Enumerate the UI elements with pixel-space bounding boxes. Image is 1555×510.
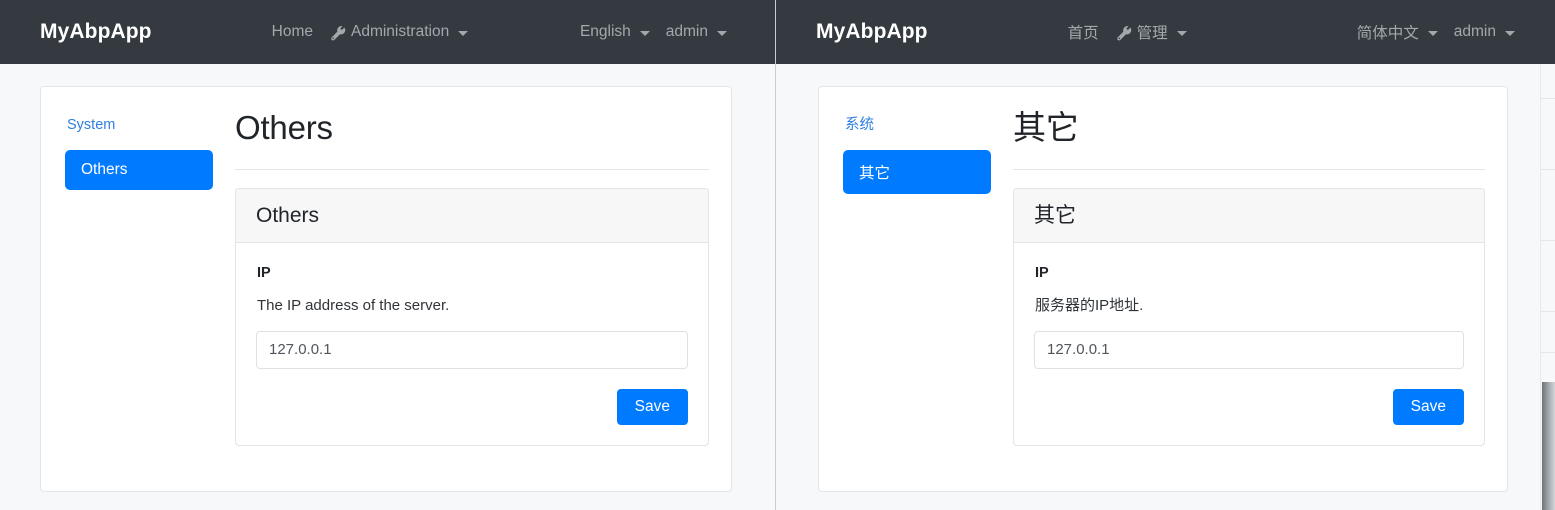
others-card-body-chinese: IP 服务器的IP地址. Save	[1014, 243, 1484, 445]
chevron-down-icon	[639, 30, 650, 36]
app-screenshot: MyAbpApp Home Administration English adm…	[0, 0, 1555, 510]
sidebar-item-others-english[interactable]: Others	[65, 150, 213, 191]
sidebar-item-others-chinese[interactable]: 其它	[843, 150, 991, 195]
settings-sidebar-chinese: 系统 其它	[819, 87, 1011, 491]
chevron-down-icon	[458, 30, 469, 36]
nav-link-home-label-english: Home	[271, 23, 313, 40]
others-card-header-chinese: 其它	[1014, 188, 1484, 244]
scrollbar-tick	[1541, 98, 1555, 99]
ip-input-english[interactable]	[256, 330, 688, 369]
page-title-chinese: 其它	[1013, 109, 1079, 146]
page-title-english: Others	[235, 109, 333, 146]
user-menu-label-english: admin	[665, 23, 708, 40]
chevron-down-icon	[1505, 30, 1515, 36]
settings-container-chinese: 系统 其它 其它 其它 IP 服务器的IP地址. Save	[818, 86, 1508, 492]
ip-field-description-chinese: 服务器的IP地址.	[1035, 297, 1144, 315]
save-button-english[interactable]: Save	[616, 388, 688, 426]
nav-link-administration-chinese[interactable]: 管理	[1116, 21, 1187, 43]
title-divider	[235, 168, 709, 170]
nav-link-home-chinese[interactable]: 首页	[1068, 21, 1099, 43]
chevron-down-icon	[1176, 30, 1187, 36]
ip-field-label-chinese: IP	[1035, 265, 1049, 282]
chevron-down-icon	[717, 30, 727, 36]
language-selector-english[interactable]: English	[580, 23, 650, 41]
ip-input-chinese[interactable]	[1034, 330, 1464, 369]
card-actions-english: Save	[256, 388, 688, 426]
ip-field-label-english: IP	[257, 265, 271, 282]
navbar-chinese: MyAbpApp 首页 管理 简体中文 admin	[776, 0, 1555, 64]
save-button-chinese[interactable]: Save	[1392, 388, 1464, 426]
user-menu-chinese[interactable]: admin	[1454, 23, 1515, 41]
settings-sidebar-english: System Others	[41, 87, 233, 491]
wrench-icon	[1116, 25, 1132, 41]
others-card-header-english: Others	[236, 188, 708, 244]
sidebar-group-system-english[interactable]: System	[67, 117, 213, 134]
user-menu-english[interactable]: admin	[666, 23, 727, 41]
settings-container-english: System Others Others Others IP The IP ad…	[40, 86, 732, 492]
settings-main-english: Others Others IP The IP address of the s…	[233, 87, 731, 491]
scrollbar-tick	[1541, 352, 1555, 353]
navbar-english: MyAbpApp Home Administration English adm…	[0, 0, 775, 64]
chevron-down-icon	[1427, 30, 1438, 36]
ip-field-description-english: The IP address of the server.	[257, 297, 450, 315]
brand-logo-english[interactable]: MyAbpApp	[40, 20, 152, 44]
settings-main-chinese: 其它 其它 IP 服务器的IP地址. Save	[1011, 87, 1507, 491]
nav-link-home-english[interactable]: Home	[272, 23, 313, 41]
brand-logo-chinese[interactable]: MyAbpApp	[816, 20, 928, 44]
scrollbar-tick	[1541, 169, 1555, 170]
title-divider	[1013, 168, 1485, 170]
nav-link-administration-label-english: Administration	[350, 23, 450, 40]
scrollbar-tick	[1541, 240, 1555, 241]
nav-right-english: English admin	[580, 0, 727, 64]
panel-chinese: MyAbpApp 首页 管理 简体中文 admin 系统 其它 其它 其它 IP…	[775, 0, 1555, 510]
vertical-scrollbar[interactable]	[1540, 64, 1555, 510]
card-actions-chinese: Save	[1034, 388, 1464, 426]
language-selector-label-chinese: 简体中文	[1356, 25, 1419, 42]
others-card-chinese: 其它 IP 服务器的IP地址. Save	[1013, 187, 1485, 447]
nav-link-home-label-chinese: 首页	[1067, 25, 1099, 42]
scrollbar-thumb[interactable]	[1542, 382, 1555, 510]
nav-link-administration-label-chinese: 管理	[1136, 25, 1168, 42]
language-selector-label-english: English	[579, 23, 631, 40]
others-card-english: Others IP The IP address of the server. …	[235, 187, 709, 447]
wrench-icon	[331, 25, 346, 41]
nav-links-chinese: 首页 管理	[1068, 21, 1187, 43]
panel-english: MyAbpApp Home Administration English adm…	[0, 0, 775, 510]
sidebar-group-system-chinese[interactable]: 系统	[845, 117, 991, 134]
user-menu-label-chinese: admin	[1453, 23, 1496, 40]
scrollbar-tick	[1541, 311, 1555, 312]
nav-right-chinese: 简体中文 admin	[1357, 0, 1515, 64]
nav-link-administration-english[interactable]: Administration	[331, 23, 469, 41]
others-card-body-english: IP The IP address of the server. Save	[236, 243, 708, 445]
language-selector-chinese[interactable]: 简体中文	[1357, 21, 1438, 43]
nav-links-english: Home Administration	[272, 23, 469, 41]
